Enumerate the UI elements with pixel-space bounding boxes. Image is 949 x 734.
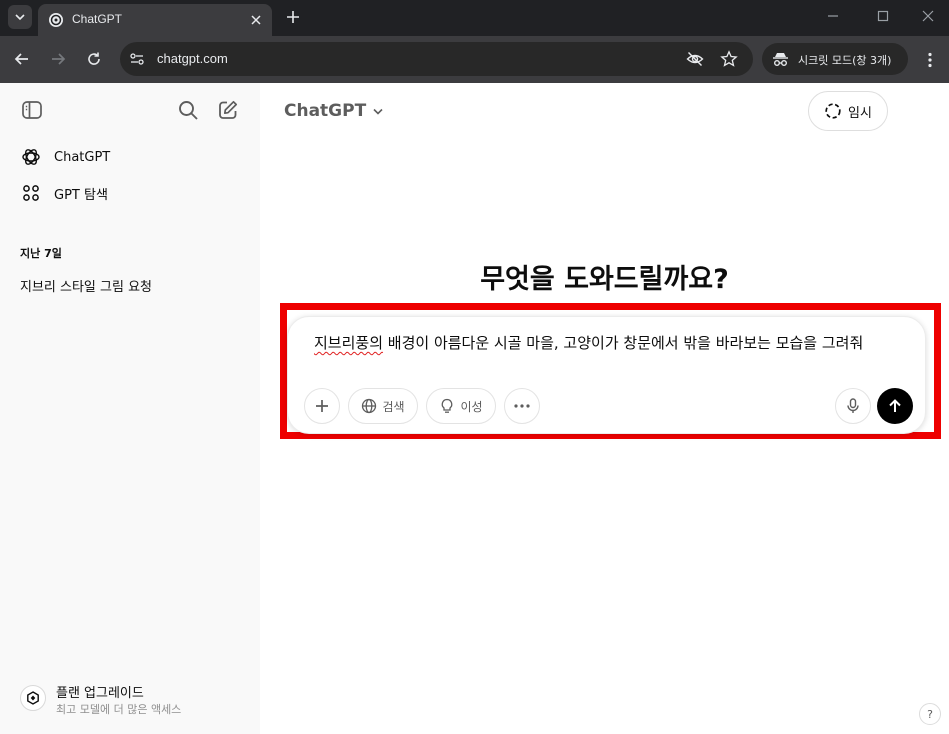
tab-title: ChatGPT <box>72 12 123 26</box>
model-selector[interactable]: ChatGPT <box>284 101 386 121</box>
browser-tab[interactable]: ChatGPT <box>38 4 272 36</box>
main-content: ChatGPT 임시 무엇을 도와드릴까요? 지브리풍의 배경이 아름다운 시골… <box>260 83 949 734</box>
minimize-button[interactable] <box>818 4 848 28</box>
maximize-icon <box>877 10 889 22</box>
browser-tab-bar: ChatGPT <box>0 0 949 36</box>
close-icon <box>251 15 261 25</box>
sidebar-item-chatgpt[interactable]: ChatGPT <box>14 141 246 173</box>
attach-button[interactable] <box>304 388 340 424</box>
address-bar[interactable]: chatgpt.com <box>120 42 753 76</box>
window-close-button[interactable] <box>913 4 943 28</box>
globe-icon <box>362 398 377 414</box>
star-icon[interactable] <box>720 50 738 68</box>
microphone-icon <box>847 398 859 413</box>
minimize-icon <box>828 15 838 17</box>
upgrade-subtitle: 최고 모델에 더 많은 액세스 <box>56 703 182 716</box>
temporary-chat-icon <box>825 103 841 119</box>
browser-menu-button[interactable] <box>920 48 940 72</box>
incognito-label: 시크릿 모드(창 3개) <box>798 54 892 67</box>
history-item[interactable]: 지브리 스타일 그림 요청 <box>20 276 152 295</box>
tab-close-button[interactable] <box>248 12 264 28</box>
new-tab-button[interactable] <box>282 6 304 28</box>
plus-icon <box>287 11 299 23</box>
temporary-chat-button[interactable]: 임시 <box>808 91 888 131</box>
prompt-text: 배경이 아름다운 시골 마을, 고양이가 창문에서 밖을 바라보는 모습을 그려… <box>383 334 864 352</box>
sidebar-toggle-button[interactable] <box>19 97 45 123</box>
maximize-button[interactable] <box>868 4 898 28</box>
reason-label: 이성 <box>460 399 483 414</box>
search-icon <box>179 101 198 120</box>
sidebar-toggle-icon <box>22 101 42 119</box>
back-button[interactable] <box>10 47 34 71</box>
incognito-indicator[interactable]: 시크릿 모드(창 3개) <box>762 43 908 75</box>
incognito-icon <box>773 53 788 66</box>
history-section-title: 지난 7일 <box>20 247 62 260</box>
reason-button[interactable]: 이성 <box>426 388 496 424</box>
site-settings-icon <box>130 53 144 65</box>
url-text: chatgpt.com <box>157 51 228 66</box>
model-name: ChatGPT <box>284 101 367 121</box>
arrow-right-icon <box>52 53 66 65</box>
grid-icon <box>20 182 42 204</box>
send-button[interactable] <box>877 388 913 424</box>
search-label: 검색 <box>382 399 405 414</box>
close-icon <box>922 10 934 22</box>
misspelled-word: 지브리풍의 <box>314 334 384 352</box>
chevron-down-icon <box>372 104 386 118</box>
openai-logo-icon <box>49 13 63 27</box>
more-vertical-icon <box>928 52 932 68</box>
search-chats-button[interactable] <box>175 97 201 123</box>
search-button[interactable]: 검색 <box>348 388 418 424</box>
sidebar-item-label: ChatGPT <box>54 149 111 165</box>
temporary-chat-label: 임시 <box>848 105 872 121</box>
sidebar-item-explore-gpts[interactable]: GPT 탐색 <box>14 177 246 209</box>
prompt-composer[interactable]: 지브리풍의 배경이 아름다운 시골 마을, 고양이가 창문에서 밖을 바라보는 … <box>287 316 926 434</box>
arrow-up-icon <box>889 399 901 412</box>
help-button[interactable]: ? <box>919 703 941 725</box>
arrow-left-icon <box>14 53 28 65</box>
voice-input-button[interactable] <box>835 388 871 424</box>
openai-logo-icon <box>20 146 42 168</box>
new-chat-button[interactable] <box>215 97 241 123</box>
more-tools-button[interactable] <box>504 388 540 424</box>
eye-off-icon[interactable] <box>686 50 704 68</box>
forward-button[interactable] <box>46 47 70 71</box>
sidebar: ChatGPT GPT 탐색 지난 7일 지브리 스타일 그림 요청 플랜 업그… <box>0 83 260 734</box>
reload-button[interactable] <box>82 47 106 71</box>
sidebar-item-label: GPT 탐색 <box>54 187 108 203</box>
page-title: 무엇을 도와드릴까요? <box>480 264 729 295</box>
lightbulb-icon <box>442 398 453 413</box>
upgrade-icon <box>20 685 46 711</box>
chevron-down-icon <box>15 14 25 21</box>
upgrade-title: 플랜 업그레이드 <box>56 686 144 701</box>
more-horizontal-icon <box>514 404 530 408</box>
reload-icon <box>88 52 100 65</box>
tab-search-button[interactable] <box>8 5 32 29</box>
plus-icon <box>316 400 328 412</box>
edit-icon <box>219 100 238 119</box>
browser-toolbar: chatgpt.com 시크릿 모드(창 3개) <box>0 36 949 83</box>
upgrade-plan-button[interactable]: 플랜 업그레이드 최고 모델에 더 많은 액세스 <box>14 677 246 721</box>
prompt-input[interactable]: 지브리풍의 배경이 아름다운 시골 마을, 고양이가 창문에서 밖을 바라보는 … <box>314 331 914 356</box>
